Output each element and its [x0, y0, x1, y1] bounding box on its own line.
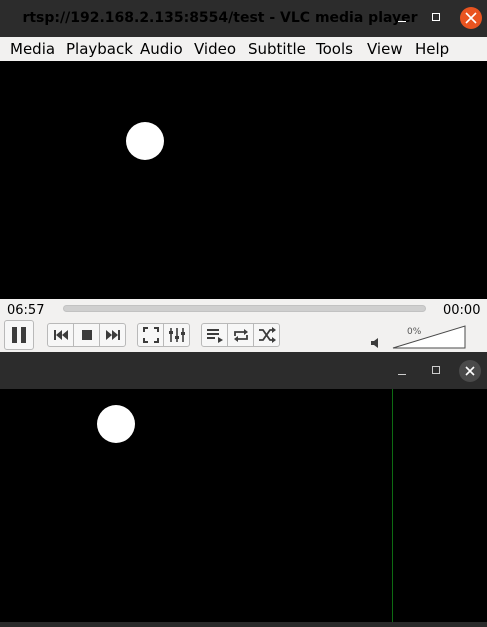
- volume-label: 0%: [407, 327, 422, 337]
- seek-slider[interactable]: [63, 305, 426, 312]
- menu-playback[interactable]: Playback: [66, 37, 133, 61]
- extended-settings-button[interactable]: [163, 323, 190, 347]
- speaker-muted-icon[interactable]: [370, 337, 382, 349]
- time-total[interactable]: 00:00: [443, 303, 480, 318]
- menu-view[interactable]: View: [367, 37, 403, 61]
- loop-icon: [233, 329, 248, 342]
- stop-button[interactable]: [73, 323, 100, 347]
- second-window-minimize-button[interactable]: [392, 361, 412, 381]
- next-button[interactable]: [99, 323, 126, 347]
- video-circle: [126, 122, 164, 160]
- minimize-button[interactable]: [392, 8, 412, 28]
- shuffle-icon: [258, 327, 276, 343]
- playlist-button[interactable]: [201, 323, 228, 347]
- skip-back-icon: [53, 330, 68, 340]
- close-icon: [465, 12, 477, 24]
- second-window-maximize-button[interactable]: [427, 361, 447, 381]
- maximize-button[interactable]: [427, 8, 447, 28]
- menu-media[interactable]: Media: [10, 37, 55, 61]
- previous-button[interactable]: [47, 323, 74, 347]
- menu-video[interactable]: Video: [194, 37, 236, 61]
- video-output[interactable]: [0, 61, 487, 299]
- menu-bar: Media Playback Audio Video Subtitle Tool…: [0, 37, 487, 61]
- close-icon: [465, 366, 475, 376]
- fullscreen-icon: [142, 327, 159, 343]
- equalizer-icon: [168, 328, 185, 342]
- time-elapsed[interactable]: 06:57: [7, 303, 44, 318]
- second-video-output[interactable]: [0, 389, 487, 627]
- menu-subtitle[interactable]: Subtitle: [248, 37, 306, 61]
- loop-button[interactable]: [227, 323, 254, 347]
- pause-button[interactable]: [4, 320, 34, 350]
- random-button[interactable]: [253, 323, 280, 347]
- window-bottom-edge: [0, 622, 487, 627]
- video-circle: [97, 405, 135, 443]
- menu-audio[interactable]: Audio: [140, 37, 183, 61]
- second-window-title-bar[interactable]: [0, 352, 487, 389]
- menu-help[interactable]: Help: [415, 37, 449, 61]
- close-button[interactable]: [460, 7, 482, 29]
- second-window-close-button[interactable]: [459, 360, 481, 382]
- divider-line: [392, 389, 393, 622]
- menu-tools[interactable]: Tools: [316, 37, 353, 61]
- volume-slider[interactable]: [392, 325, 466, 349]
- fullscreen-button[interactable]: [137, 323, 164, 347]
- stop-icon: [81, 330, 92, 340]
- window-title: rtsp://192.168.2.135:8554/test - VLC med…: [22, 10, 418, 26]
- pause-icon: [12, 327, 26, 343]
- skip-forward-icon: [105, 330, 120, 340]
- playlist-icon: [206, 329, 223, 343]
